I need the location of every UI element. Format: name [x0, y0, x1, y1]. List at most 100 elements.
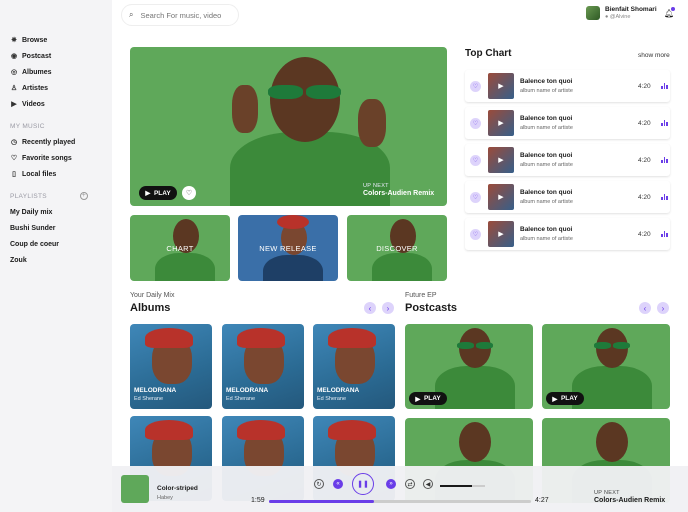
search-input[interactable]	[140, 10, 236, 20]
player-bar: Color-striped Habey ↻ « ❚❚ » ⇄ ◀ 1:59 4:…	[112, 466, 688, 512]
pause-icon: ❚❚	[357, 481, 369, 488]
heart-icon: ♡	[10, 155, 18, 162]
add-playlist-icon[interactable]: +	[80, 192, 88, 200]
playlist-item[interactable]: My Daily mix	[10, 204, 102, 220]
hero-like-button[interactable]: ♡	[182, 186, 196, 200]
equalizer-icon	[661, 231, 669, 237]
nav-label: Postcast	[22, 52, 52, 60]
tile-new-release[interactable]: NEW RELEASE	[238, 215, 338, 281]
track-subtitle: album name of artiste	[520, 199, 573, 205]
playlist-item[interactable]: Bushi Sunder	[10, 220, 102, 236]
rewind-icon[interactable]: «	[333, 479, 343, 489]
nav-item-local-files[interactable]: ▯ Local files	[10, 166, 102, 182]
repeat-icon[interactable]: ↻	[314, 479, 324, 489]
nav-label: Albumes	[22, 68, 52, 76]
show-more-link[interactable]: show more	[638, 52, 670, 59]
play-icon[interactable]: ▶	[488, 184, 514, 210]
album-artist: Ed Sherane	[317, 396, 347, 402]
nav-item-favorite-songs[interactable]: ♡ Favorite songs	[10, 150, 102, 166]
avatar[interactable]	[586, 6, 600, 20]
track-subtitle: album name of artiste	[520, 162, 573, 168]
playlist-item[interactable]: Coup de coeur	[10, 236, 102, 252]
playlists-title: PLAYLISTS +	[10, 192, 88, 200]
nav-label: Videos	[22, 100, 45, 108]
heart-icon: ♡	[185, 190, 193, 197]
tile-discover[interactable]: DISCOVER	[347, 215, 447, 281]
albums-prev-button[interactable]: ‹	[364, 302, 376, 314]
tile-chart[interactable]: CHART	[130, 215, 230, 281]
my-music-title: MY MUSIC	[10, 122, 45, 130]
volume-fill	[440, 485, 472, 487]
hero-banner[interactable]: ▶ PLAY ♡ UP NEXT Colors-Audien Remix	[130, 47, 447, 206]
volume-slider[interactable]	[440, 485, 485, 487]
file-icon: ▯	[12, 171, 16, 178]
total-time: 4:27	[535, 497, 549, 504]
user-handle: ● @Alvine	[605, 14, 631, 20]
forward-icon[interactable]: »	[386, 479, 396, 489]
nav-label: Browse	[22, 36, 48, 44]
user-profile[interactable]: Bienfait Shomari ● @Alvine	[586, 6, 657, 20]
play-icon[interactable]: ▶	[488, 221, 514, 247]
track-duration: 4:20	[638, 82, 651, 90]
nav-item-browse[interactable]: ✵ Browse	[10, 32, 102, 48]
progress-bar[interactable]	[269, 500, 531, 503]
heart-icon[interactable]: ♡	[470, 191, 481, 203]
search-box: ⌕	[121, 4, 239, 26]
chart-row[interactable]: ♡ ▶ Balence ton quoi album name of artist…	[465, 181, 670, 213]
albums-next-button[interactable]: ›	[382, 302, 394, 314]
equalizer-icon	[661, 83, 669, 89]
albums-title: Albums	[130, 302, 171, 314]
podcast-card[interactable]: ▶ PLAY	[542, 324, 670, 409]
main-nav: ✵ Browse ◉ Postcast ◎ Albumes ♙ Artistes ▶ Vi…	[10, 32, 102, 112]
album-card[interactable]: MELODRANA Ed Sherane	[222, 324, 304, 409]
podcasts-subtitle: Future EP	[405, 292, 437, 299]
heart-icon[interactable]: ♡	[470, 80, 481, 92]
podcast-play-button[interactable]: ▶ PLAY	[546, 392, 584, 405]
track-subtitle: album name of artiste	[520, 125, 573, 131]
podcast-play-button[interactable]: ▶ PLAY	[409, 392, 447, 405]
heart-icon[interactable]: ♡	[470, 154, 481, 166]
now-playing-cover[interactable]	[121, 475, 149, 503]
album-title: MELODRANA	[226, 387, 269, 394]
nav-item-podcast[interactable]: ◉ Postcast	[10, 48, 102, 64]
nav-item-videos[interactable]: ▶ Videos	[10, 96, 102, 112]
equalizer-icon	[661, 157, 669, 163]
chart-row[interactable]: ♡ ▶ Balence ton quoi album name of artist…	[465, 144, 670, 176]
track-duration: 4:20	[638, 193, 651, 201]
top-chart-title: Top Chart	[465, 48, 512, 59]
nav-item-artists[interactable]: ♙ Artistes	[10, 80, 102, 96]
compass-icon: ✵	[11, 37, 17, 44]
playlist-item[interactable]: Zouk	[10, 252, 102, 268]
track-title: Balence ton quoi	[520, 115, 573, 122]
nav-item-recently-played[interactable]: ◷ Recently played	[10, 134, 102, 150]
play-icon[interactable]: ▶	[488, 110, 514, 136]
track-duration: 4:20	[638, 156, 651, 164]
equalizer-icon	[661, 194, 669, 200]
hero-up-next: UP NEXT Colors-Audien Remix	[363, 183, 435, 197]
play-icon[interactable]: ▶	[488, 147, 514, 173]
heart-icon[interactable]: ♡	[470, 117, 481, 129]
chart-row[interactable]: ♡ ▶ Balence ton quoi album name of artist…	[465, 218, 670, 250]
chevron-left-icon: ‹	[643, 303, 647, 313]
album-card[interactable]: MELODRANA Ed Sherane	[313, 324, 395, 409]
nav-item-albums[interactable]: ◎ Albumes	[10, 64, 102, 80]
tile-label: CHART	[166, 243, 194, 253]
shuffle-icon[interactable]: ⇄	[405, 479, 415, 489]
podcast-icon: ◉	[10, 53, 18, 60]
podcast-card[interactable]: ▶ PLAY	[405, 324, 533, 409]
hero-play-button[interactable]: ▶ PLAY	[139, 186, 177, 200]
pause-button[interactable]: ❚❚	[352, 473, 374, 495]
progress-fill	[269, 500, 374, 503]
volume-icon[interactable]: ◀	[423, 479, 433, 489]
play-icon[interactable]: ▶	[488, 73, 514, 99]
podcasts-next-button[interactable]: ›	[657, 302, 669, 314]
chevron-right-icon: ›	[661, 303, 665, 313]
album-artist: Ed Sherane	[134, 396, 164, 402]
heart-icon[interactable]: ♡	[470, 228, 481, 240]
podcasts-prev-button[interactable]: ‹	[639, 302, 651, 314]
album-title: MELODRANA	[317, 387, 360, 394]
chart-row[interactable]: ♡ ▶ Balence ton quoi album name of artist…	[465, 107, 670, 139]
album-title: MELODRANA	[134, 387, 177, 394]
chart-row[interactable]: ♡ ▶ Balence ton quoi album name of artist…	[465, 70, 670, 102]
album-card[interactable]: MELODRANA Ed Sherane	[130, 324, 212, 409]
